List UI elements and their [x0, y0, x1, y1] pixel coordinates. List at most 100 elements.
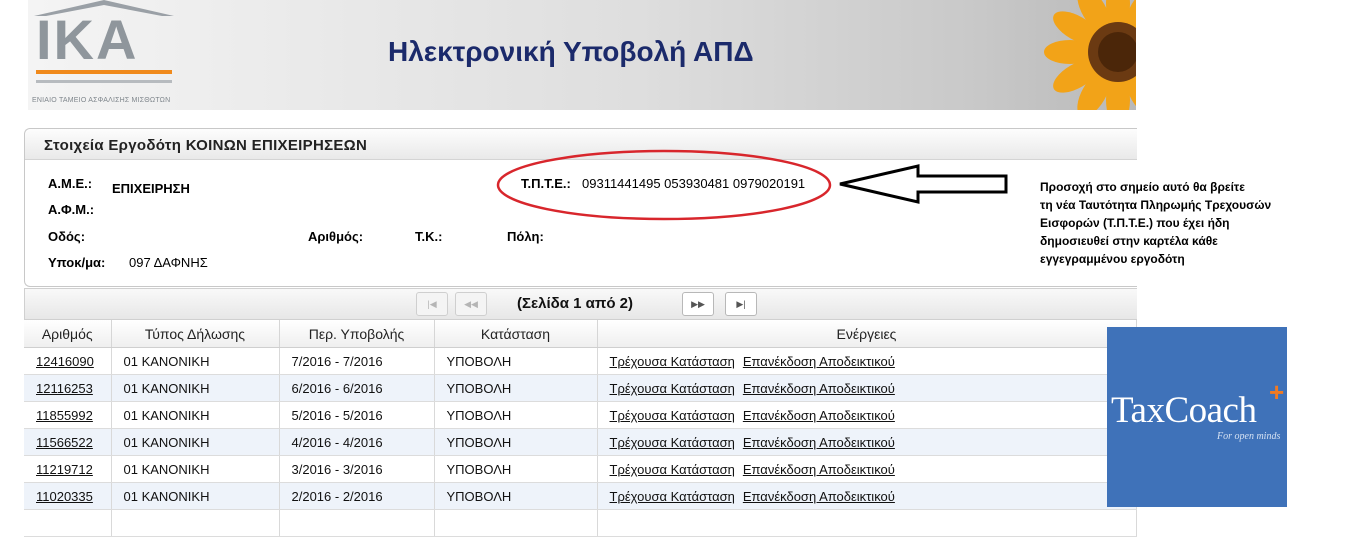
table-row: 11020335 01 ΚΑΝΟΝΙΚΗ 2/2016 - 2/2016 ΥΠΟΒΟΛ…	[24, 482, 1137, 510]
cell-type: 01 ΚΑΝΟΝΙΚΗ	[111, 401, 280, 429]
table-row: 11566522 01 ΚΑΝΟΝΙΚΗ 4/2016 - 4/2016 ΥΠΟΒΟΛ…	[24, 428, 1137, 456]
cell-type: 01 ΚΑΝΟΝΙΚΗ	[111, 347, 280, 375]
taxcoach-tagline: For open minds	[1217, 431, 1281, 442]
note-line: τη νέα Ταυτότητα Πληρωμής Τρεχουσών	[1040, 198, 1272, 212]
table-row: 12116253 01 ΚΑΝΟΝΙΚΗ 6/2016 - 6/2016 ΥΠΟΒΟΛ…	[24, 374, 1137, 402]
cell-status: ΥΠΟΒΟΛΗ	[434, 482, 598, 510]
number-label: Αριθμός:	[308, 229, 364, 244]
cell-actions: Τρέχουσα Κατάσταση Επανέκδοση Αποδεικτικο…	[597, 428, 1137, 456]
cell-status: ΥΠΟΒΟΛΗ	[434, 374, 598, 402]
cell-type: 01 ΚΑΝΟΝΙΚΗ	[111, 455, 280, 483]
ika-logo[interactable]: IKA ΕΝΙΑΙΟ ΤΑΜΕΙΟ ΑΣΦΑΛΙΣΗΣ ΜΙΣΘΩΤΩΝ	[28, 0, 176, 110]
panel-title: Στοιχεία Εργοδότη ΚΟΙΝΩΝ ΕΠΙΧΕΙΡΗΣΕΩΝ	[44, 137, 368, 154]
annotation-note: Προσοχή στο σημείο αυτό θα βρείτε τη νέα…	[1040, 178, 1340, 268]
page-title: Ηλεκτρονική Υποβολή ΑΠΔ	[388, 36, 754, 67]
current-status-link[interactable]: Τρέχουσα Κατάσταση	[610, 435, 735, 450]
current-status-link[interactable]: Τρέχουσα Κατάσταση	[610, 489, 735, 504]
reissue-receipt-link[interactable]: Επανέκδοση Αποδεικτικού	[743, 462, 895, 477]
cell-actions: Τρέχουσα Κατάσταση Επανέκδοση Αποδεικτικο…	[597, 455, 1137, 483]
plus-icon: +	[1269, 377, 1285, 407]
col-header-status[interactable]: Κατάσταση	[434, 320, 598, 348]
submission-number-link[interactable]: 11020335	[36, 489, 93, 504]
cell-number: 12416090	[24, 347, 112, 375]
branch-label: Υποκ/μα:	[48, 255, 106, 270]
note-line: Εισφορών (Τ.Π.Τ.Ε.) που έχει ήδη	[1040, 216, 1230, 230]
table-row: 11855992 01 ΚΑΝΟΝΙΚΗ 5/2016 - 5/2016 ΥΠΟΒΟΛ…	[24, 401, 1137, 429]
site-header: IKA ΕΝΙΑΙΟ ΤΑΜΕΙΟ ΑΣΦΑΛΙΣΗΣ ΜΙΣΘΩΤΩΝ Ηλε…	[28, 0, 1136, 110]
cell-number: 11566522	[24, 428, 112, 456]
reissue-receipt-link[interactable]: Επανέκδοση Αποδεικτικού	[743, 435, 895, 450]
cell-type	[111, 509, 280, 537]
note-line: εγγεγραμμένου εργοδότη	[1040, 252, 1185, 266]
table-row: 11219712 01 ΚΑΝΟΝΙΚΗ 3/2016 - 3/2016 ΥΠΟΒΟΛ…	[24, 455, 1137, 483]
cell-number: 11855992	[24, 401, 112, 429]
table-header-row: Αριθμός Τύπος Δήλωσης Περ. Υποβολής Κατά…	[24, 320, 1137, 348]
current-status-link[interactable]: Τρέχουσα Κατάσταση	[610, 381, 735, 396]
reissue-receipt-link[interactable]: Επανέκδοση Αποδεικτικού	[743, 489, 895, 504]
logo-text: IKA	[36, 8, 139, 71]
submissions-table: Αριθμός Τύπος Δήλωσης Περ. Υποβολής Κατά…	[24, 320, 1137, 537]
current-status-link[interactable]: Τρέχουσα Κατάσταση	[610, 462, 735, 477]
submission-number-link[interactable]: 12116253	[36, 381, 93, 396]
next-page-icon: ▶▶	[691, 299, 705, 309]
cell-number: 12116253	[24, 374, 112, 402]
cell-period	[279, 509, 435, 537]
ame-value: ΕΠΙΧΕΙΡΗΣΗ	[112, 181, 190, 196]
left-arrow-icon	[839, 164, 1008, 204]
sunflower-icon	[1044, 0, 1136, 110]
cell-actions: Τρέχουσα Κατάσταση Επανέκδοση Αποδεικτικο…	[597, 374, 1137, 402]
reissue-receipt-link[interactable]: Επανέκδοση Αποδεικτικού	[743, 354, 895, 369]
reissue-receipt-link[interactable]: Επανέκδοση Αποδεικτικού	[743, 408, 895, 423]
street-label: Οδός:	[48, 229, 86, 244]
taxcoach-logo: TaxCoach + For open minds	[1107, 327, 1287, 507]
cell-actions: Τρέχουσα Κατάσταση Επανέκδοση Αποδεικτικο…	[597, 401, 1137, 429]
ame-label: Α.Μ.Ε.:	[48, 176, 93, 191]
cell-period: 4/2016 - 4/2016	[279, 428, 435, 456]
tk-label: Τ.Κ.:	[415, 229, 443, 244]
cell-status: ΥΠΟΒΟΛΗ	[434, 401, 598, 429]
cell-period: 3/2016 - 3/2016	[279, 455, 435, 483]
submission-number-link[interactable]: 11855992	[36, 408, 93, 423]
col-header-period[interactable]: Περ. Υποβολής	[279, 320, 435, 348]
logo-grey-bar	[36, 80, 172, 83]
reissue-receipt-link[interactable]: Επανέκδοση Αποδεικτικού	[743, 381, 895, 396]
cell-period: 6/2016 - 6/2016	[279, 374, 435, 402]
highlight-oval	[496, 149, 832, 221]
first-page-icon: |◀	[427, 299, 437, 309]
cell-type: 01 ΚΑΝΟΝΙΚΗ	[111, 482, 280, 510]
cell-actions	[597, 509, 1137, 537]
branch-value: 097 ΔΑΦΝΗΣ	[129, 255, 208, 270]
submission-number-link[interactable]: 12416090	[36, 354, 94, 369]
table-row	[24, 509, 1137, 537]
first-page-button[interactable]: |◀	[416, 292, 448, 316]
afm-label: Α.Φ.Μ.:	[48, 202, 95, 217]
cell-number	[24, 509, 112, 537]
cell-status: ΥΠΟΒΟΛΗ	[434, 428, 598, 456]
submission-number-link[interactable]: 11219712	[36, 462, 93, 477]
cell-type: 01 ΚΑΝΟΝΙΚΗ	[111, 428, 280, 456]
table-row: 12416090 01 ΚΑΝΟΝΙΚΗ 7/2016 - 7/2016 ΥΠΟΒΟΛ…	[24, 347, 1137, 375]
city-label: Πόλη:	[507, 229, 544, 244]
last-page-button[interactable]: ▶|	[725, 292, 757, 316]
logo-orange-bar	[36, 70, 172, 74]
cell-actions: Τρέχουσα Κατάσταση Επανέκδοση Αποδεικτικο…	[597, 347, 1137, 375]
cell-status: ΥΠΟΒΟΛΗ	[434, 455, 598, 483]
submission-number-link[interactable]: 11566522	[36, 435, 93, 450]
prev-page-button[interactable]: ◀◀	[455, 292, 487, 316]
cell-number: 11219712	[24, 455, 112, 483]
col-header-number[interactable]: Αριθμός	[24, 320, 112, 348]
cell-status	[434, 509, 598, 537]
page-info: (Σελίδα 1 από 2)	[517, 295, 633, 312]
note-line: δημοσιευθεί στην καρτέλα κάθε	[1040, 234, 1218, 248]
current-status-link[interactable]: Τρέχουσα Κατάσταση	[610, 408, 735, 423]
cell-status: ΥΠΟΒΟΛΗ	[434, 347, 598, 375]
col-header-type[interactable]: Τύπος Δήλωσης	[111, 320, 280, 348]
current-status-link[interactable]: Τρέχουσα Κατάσταση	[610, 354, 735, 369]
next-page-button[interactable]: ▶▶	[682, 292, 714, 316]
last-page-icon: ▶|	[736, 299, 746, 309]
cell-period: 7/2016 - 7/2016	[279, 347, 435, 375]
note-line: Προσοχή στο σημείο αυτό θα βρείτε	[1040, 180, 1245, 194]
prev-page-icon: ◀◀	[464, 299, 478, 309]
pagination-bar: |◀ ◀◀ (Σελίδα 1 από 2) ▶▶ ▶|	[24, 288, 1137, 320]
cell-period: 5/2016 - 5/2016	[279, 401, 435, 429]
